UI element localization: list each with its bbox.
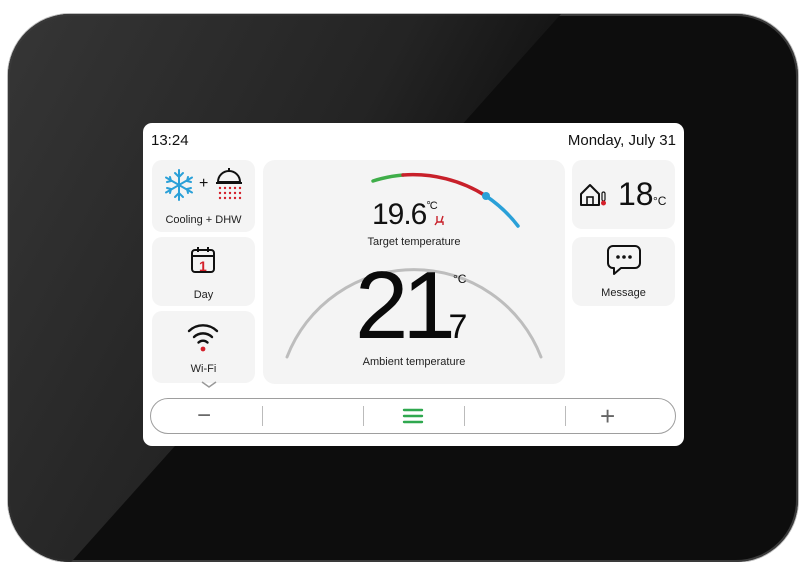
target-temperature-label: Target temperature (367, 236, 461, 248)
target-temperature-value: 19.6 (371, 198, 427, 231)
message-tile[interactable]: Message (572, 237, 675, 306)
divider (262, 406, 263, 426)
house-thermometer-icon (580, 184, 606, 206)
schedule-tile[interactable]: 1 Day (152, 237, 255, 306)
ambient-temperature-decimal: .7 (439, 308, 468, 346)
chevron-down-icon[interactable] (201, 381, 217, 389)
decrease-button[interactable]: − (197, 402, 211, 430)
divider (363, 406, 364, 426)
wifi-icon (187, 324, 219, 352)
outdoor-temperature-unit: °C (653, 194, 667, 208)
schedule-label: Day (193, 289, 214, 301)
message-label: Message (601, 287, 646, 299)
ambient-temperature-label: Ambient temperature (362, 356, 466, 368)
current-date: Monday, July 31 (567, 132, 676, 149)
mode-tile[interactable]: + Cooling + DHW (152, 160, 255, 232)
outdoor-temperature-tile[interactable]: 18 °C (572, 160, 675, 229)
divider (565, 406, 566, 426)
clock-time: 13:24 (151, 132, 189, 149)
wifi-tile[interactable]: Wi-Fi (152, 311, 255, 383)
divider (464, 406, 465, 426)
target-unit: °C (426, 200, 437, 212)
temperature-card: 19.6°C Target temperature 21 .7 °C Ambie… (263, 160, 565, 384)
control-bar: − + (150, 398, 676, 434)
shower-icon (216, 168, 242, 200)
thermostat-screen: 13:24 Monday, July 31 + Cooling + DHW 1 … (143, 123, 684, 446)
armchair-icon (434, 215, 444, 226)
target-temperature[interactable]: 19.6°C (263, 198, 565, 232)
snowflake-icon (165, 169, 193, 201)
menu-icon[interactable] (402, 407, 424, 425)
outdoor-temperature-value: 18 (618, 176, 654, 212)
mode-plus-sign: + (199, 175, 209, 192)
calendar-day-number: 1 (199, 258, 207, 274)
wifi-label: Wi-Fi (190, 363, 217, 375)
ambient-temperature-integer: 21 (355, 252, 456, 359)
mode-label: Cooling + DHW (165, 214, 242, 226)
message-bubble-icon (607, 245, 641, 275)
ambient-unit: °C (453, 272, 467, 286)
increase-button[interactable]: + (600, 401, 615, 432)
